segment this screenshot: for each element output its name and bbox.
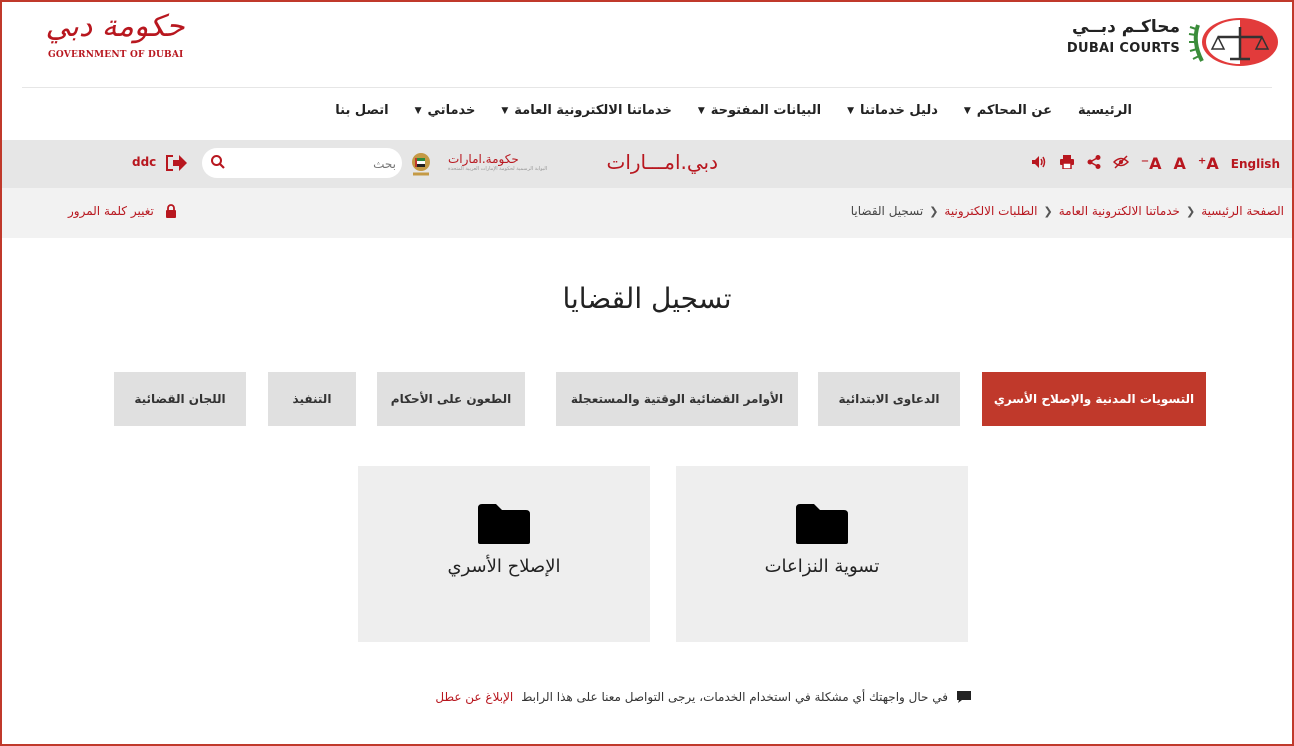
nav-item-label: خدماتي (427, 103, 476, 118)
emarat-portal-links: دبي.امـــارات حكومة.امارات البوابة الرسم… (448, 148, 718, 178)
logout-icon[interactable] (164, 151, 188, 175)
breadcrumb-bar: الصفحة الرئيسية ❮ خدماتنا الالكترونية ال… (2, 188, 1292, 238)
dispute-settlement-card[interactable]: تسوية النزاعات (676, 466, 968, 642)
folder-icon (796, 504, 848, 544)
caret-down-icon: ▼ (697, 105, 705, 116)
tab-urgent-orders[interactable]: الأوامر القضائية الوقتية والمستعجلة (556, 372, 798, 426)
courts-logo-ar: محاكـم دبــي (1071, 17, 1180, 37)
folder-icon (478, 504, 530, 544)
card-label: تسوية النزاعات (764, 556, 880, 577)
accessibility-tools: ⁻A A ⁺A English (1031, 154, 1280, 173)
caret-down-icon: ▼ (501, 105, 509, 116)
gov-logo-script: حكومة دبي (45, 9, 185, 44)
search-input[interactable] (234, 153, 398, 175)
nav-item-services-guide[interactable]: دليل خدماتنا ▼ (847, 103, 938, 118)
notice-text: في حال واجهتك أي مشكلة في استخدام الخدما… (521, 690, 948, 704)
chevron-left-icon: ❮ (1185, 204, 1196, 218)
nav-item-label: عن المحاكم (976, 103, 1052, 118)
courts-logo-en: DUBAI COURTS (1066, 41, 1180, 56)
service-cards: تسوية النزاعات الإصلاح الأسري (2, 466, 1292, 644)
breadcrumb-current: تسجيل القضايا (850, 204, 924, 218)
family-reform-card[interactable]: الإصلاح الأسري (358, 466, 650, 642)
main-nav: الرئيسية عن المحاكم ▼ دليل خدماتنا ▼ الب… (2, 88, 1292, 140)
tab-judicial-committees[interactable]: اللجان القضائية (114, 372, 246, 426)
breadcrumb-eapplications[interactable]: الطلبات الالكترونية (944, 204, 1037, 218)
caret-down-icon: ▼ (963, 105, 971, 116)
uae-emblem-icon (412, 153, 430, 176)
courts-emblem-icon (1188, 18, 1278, 66)
nav-item-label: خدماتنا الالكترونية العامة (514, 103, 672, 118)
nav-item-eservices[interactable]: خدماتنا الالكترونية العامة ▼ (501, 103, 671, 118)
report-issue-link[interactable]: الإبلاغ عن عطل (435, 690, 513, 704)
category-tabs: التسويات المدنية والإصلاح الأسري الدعاوى… (2, 372, 1292, 427)
nav-item-label: اتصل بنا (335, 103, 389, 118)
nav-item-contact[interactable]: اتصل بنا (335, 103, 388, 118)
tab-execution[interactable]: التنفيذ (268, 372, 356, 426)
change-password-link[interactable]: تغيير كلمة المرور (68, 204, 178, 218)
nav-item-label: البيانات المفتوحة (710, 103, 822, 118)
change-password-label: تغيير كلمة المرور (68, 204, 154, 218)
font-increase-button[interactable]: ⁺A (1198, 154, 1219, 173)
card-label: الإصلاح الأسري (447, 556, 561, 577)
lock-icon (165, 204, 176, 218)
chevron-left-icon: ❮ (1043, 204, 1053, 218)
nav-item-about[interactable]: عن المحاكم ▼ (964, 103, 1052, 118)
contrast-eye-icon[interactable] (1112, 154, 1129, 173)
breadcrumb: الصفحة الرئيسية ❮ خدماتنا الالكترونية ال… (851, 204, 1284, 218)
gov-emarat-subtitle: البوابة الرسمية لحكومة الإمارات العربية … (448, 166, 548, 172)
nav-item-label: الرئيسية (1077, 103, 1132, 118)
problem-report-notice: في حال واجهتك أي مشكلة في استخدام الخدما… (435, 690, 972, 704)
speaker-icon[interactable] (1031, 155, 1047, 173)
gov-logo-text: GOVERNMENT OF DUBAI (48, 50, 184, 60)
font-decrease-button[interactable]: ⁻A (1141, 154, 1162, 173)
font-normal-button[interactable]: A (1174, 154, 1186, 173)
print-icon[interactable] (1059, 154, 1075, 173)
nav-item-label: دليل خدماتنا (860, 103, 938, 118)
nav-item-home[interactable]: الرئيسية (1078, 103, 1132, 118)
nav-item-my-services[interactable]: خدماتي ▼ (415, 103, 476, 118)
user-name[interactable]: ddc (132, 155, 156, 169)
caret-down-icon: ▼ (847, 105, 854, 116)
gov-emarat-link[interactable]: حكومة.امارات (448, 152, 519, 166)
nav-items: الرئيسية عن المحاكم ▼ دليل خدماتنا ▼ الب… (335, 103, 1132, 118)
tab-initial-lawsuits[interactable]: الدعاوى الابتدائية (818, 372, 960, 426)
tab-civil-settlements[interactable]: التسويات المدنية والإصلاح الأسري (982, 372, 1206, 426)
chevron-left-icon: ❮ (929, 204, 939, 218)
dubai-emarat-link[interactable]: دبي.امـــارات (607, 150, 718, 174)
utility-bar: ⁻A A ⁺A English دبي.امـــارات حكومة.امار… (2, 140, 1292, 188)
breadcrumb-home[interactable]: الصفحة الرئيسية (1201, 204, 1284, 218)
dubai-courts-logo[interactable]: محاكـم دبــي DUBAI COURTS (1060, 15, 1280, 71)
government-of-dubai-logo[interactable]: حكومة دبي GOVERNMENT OF DUBAI (40, 10, 190, 70)
page-title: تسجيل القضايا (562, 282, 732, 315)
language-switch-link[interactable]: English (1231, 157, 1280, 171)
search-icon[interactable] (210, 154, 226, 170)
breadcrumb-eservices[interactable]: خدماتنا الالكترونية العامة (1059, 204, 1180, 218)
caret-down-icon: ▼ (414, 105, 422, 116)
comment-icon (957, 691, 971, 703)
nav-item-open-data[interactable]: البيانات المفتوحة ▼ (698, 103, 821, 118)
search-box (202, 148, 402, 178)
page-frame: حكومة دبي GOVERNMENT OF DUBAI محاكـم دبـ… (0, 0, 1294, 746)
share-icon[interactable] (1087, 154, 1101, 173)
site-header: حكومة دبي GOVERNMENT OF DUBAI محاكـم دبـ… (2, 2, 1292, 87)
tab-appeals[interactable]: الطعون على الأحكام (377, 372, 525, 426)
